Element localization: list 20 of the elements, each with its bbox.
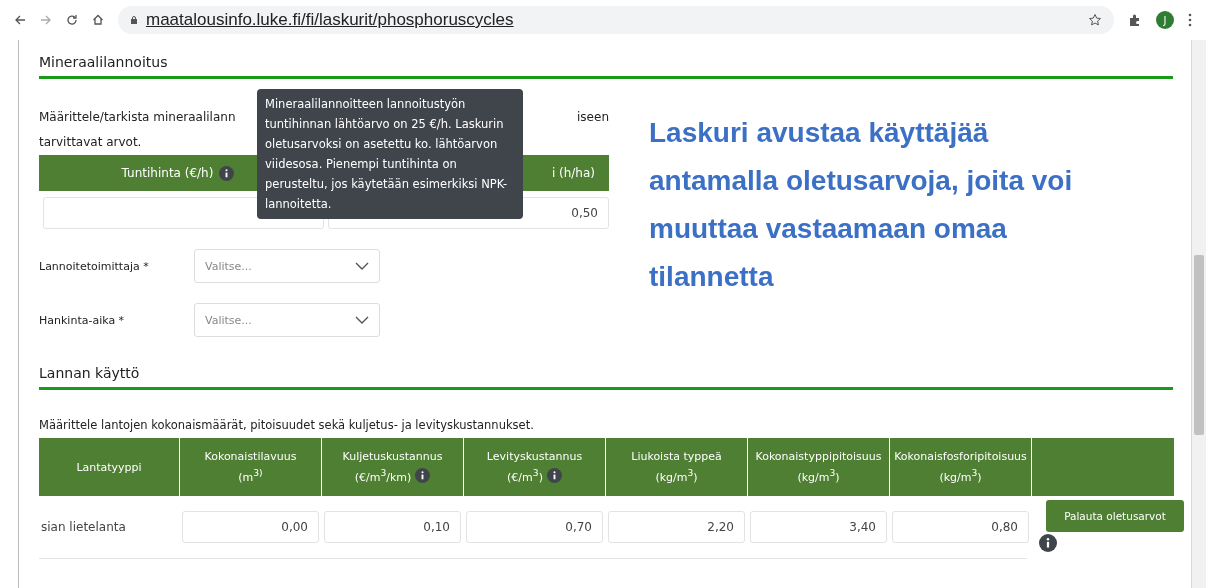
section-title: Mineraalilannoitus bbox=[39, 53, 169, 72]
column-header: Lantatyyppi bbox=[39, 438, 179, 496]
column-header: Levityskustannus (€/m$^{3}$) bbox=[464, 438, 605, 496]
field-label: Hankinta-aika * bbox=[39, 313, 126, 327]
column-header: i (h/ha) bbox=[551, 166, 595, 180]
intro-text: iseen bbox=[577, 109, 609, 126]
column-header: Tuntihinta (€/h) bbox=[121, 166, 214, 180]
section-title: Lannan käyttö bbox=[39, 364, 141, 383]
column-header: Liukoista typpeä (kg/m$^{3}$) bbox=[606, 438, 747, 496]
column-header: Kokonaisfosforipitoisuus (kg/m$^{3}$) bbox=[890, 438, 1031, 496]
callout-text: Laskuri avustaa käyttäjää antamalla oletusarvoja, joita voi muuttaa vastaamaan omaa tilannetta bbox=[649, 116, 1074, 294]
table-cell-text: sian lietelanta bbox=[40, 519, 127, 536]
field-label: Lannoitetoimittaja * bbox=[39, 259, 150, 273]
tooltip: Mineraalilannoitteen lannoitustyön tuntihinnan lähtöarvo on 25 €/h. Laskurin oletusarvoksi on asetettu ko. lähtöarvon viidesosa. Pienempi tuntihinta on perusteltu, jos käytetään esimerkiksi NPK-lannoitetta. bbox=[257, 89, 523, 219]
intro-text: Määrittele/tarkista mineraalilann bbox=[39, 109, 236, 126]
intro-text: tarvittavat arvot. bbox=[39, 135, 142, 149]
column-header: Kokonaistilavuus (m$^{3)}$ bbox=[180, 438, 321, 496]
column-header: Kokonaistyppipitoisuus (kg/m$^{3}$) bbox=[748, 438, 889, 496]
intro-text: Määrittele lantojen kokonaismäärät, pitoisuudet sekä kuljetus- ja levityskustannukset. bbox=[39, 418, 535, 432]
column-header: Kuljetuskustannus (€/m$^{3}$/km) bbox=[322, 438, 463, 496]
